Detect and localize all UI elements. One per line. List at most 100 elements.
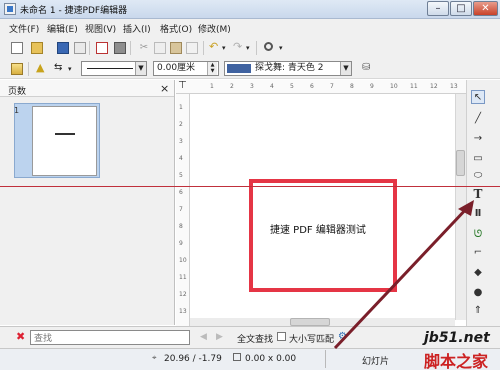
ruler-tick-label: 2 — [230, 83, 234, 90]
size-icon — [233, 353, 241, 361]
new-document-icon[interactable] — [11, 42, 23, 54]
ruler-tick-label: 9 — [179, 240, 183, 247]
ruler-tick-label: 10 — [179, 257, 187, 264]
chevron-down-icon[interactable]: ▼ — [135, 62, 146, 75]
vertical-text-tool-icon[interactable]: Ⅱ — [471, 207, 485, 221]
toolbar-separator — [256, 41, 257, 55]
ruler-tick-label: 11 — [410, 83, 418, 90]
toolbar-separator — [203, 41, 204, 55]
select-pointer-icon[interactable]: ↖ — [471, 90, 485, 104]
watermark-site: jb51.net — [424, 330, 490, 346]
ruler-tick-label: 13 — [450, 83, 458, 90]
find-options-icon[interactable]: ⚙ — [338, 331, 347, 342]
zoom-icon[interactable] — [264, 42, 273, 51]
menu-modify[interactable]: 修改(M) — [198, 22, 231, 35]
ellipse-tool-icon[interactable]: ⬭ — [471, 169, 485, 183]
ruler-tick-label: 7 — [179, 206, 183, 213]
menu-format[interactable]: 格式(O) — [160, 22, 192, 35]
basic-shapes-icon[interactable]: ◆ — [471, 266, 485, 280]
ruler-tick-label: 1 — [179, 104, 183, 111]
find-previous-icon[interactable]: ◀ — [200, 332, 207, 342]
color-swatch — [227, 64, 251, 73]
connector-tool-icon[interactable]: ⌐ — [471, 246, 485, 260]
curve-tool-icon[interactable]: ᘎ — [471, 228, 485, 242]
close-find-icon[interactable]: ✖ — [16, 330, 25, 343]
ruler-tick-label: 7 — [330, 83, 334, 90]
toolbar-separator — [28, 62, 29, 76]
ruler-tick-label: 10 — [390, 83, 398, 90]
ruler-tick-label: 13 — [179, 308, 187, 315]
format-paint-icon[interactable] — [186, 42, 198, 54]
ruler-tick-label: 2 — [179, 121, 183, 128]
ruler-tick-label: 8 — [350, 83, 354, 90]
vertical-scroll-thumb[interactable] — [456, 150, 465, 176]
horizontal-scroll-thumb[interactable] — [290, 318, 330, 326]
open-folder-icon[interactable] — [31, 42, 43, 54]
minimize-button[interactable]: – — [427, 1, 449, 16]
ruler-tick-label: 11 — [179, 274, 187, 281]
highlight-icon[interactable]: ▲ — [36, 62, 48, 74]
undo-icon[interactable]: ↶ — [209, 41, 221, 53]
block-arrows-icon[interactable]: ⇑ — [471, 304, 485, 318]
ruler-tick-label: 8 — [179, 223, 183, 230]
menu-edit[interactable]: 编辑(E) — [47, 22, 78, 35]
cut-icon[interactable]: ✂ — [138, 42, 150, 54]
toolbar-separator — [89, 41, 90, 55]
ruler-tick-label: 5 — [179, 172, 183, 179]
status-separator — [325, 350, 326, 368]
search-input[interactable] — [30, 330, 190, 345]
pages-panel-title: 页数 — [8, 87, 27, 97]
grid-icon[interactable] — [11, 63, 23, 75]
ruler-tick-label: 1 — [210, 83, 214, 90]
copy-icon[interactable] — [154, 42, 166, 54]
paste-icon[interactable] — [170, 42, 182, 54]
line-color-select[interactable]: 探戈舞: 青天色 2 — [224, 61, 352, 76]
document-text[interactable]: 捷速 PDF 编辑器测试 — [270, 221, 366, 236]
close-icon[interactable]: × — [160, 82, 169, 95]
horizontal-ruler: ⊤ 1 2 3 4 5 6 7 8 9 10 11 12 13 — [176, 80, 466, 94]
page-thumbnail[interactable] — [32, 106, 97, 176]
object-size: 0.00 x 0.00 — [245, 354, 297, 364]
arrow-line-tool-icon[interactable]: → — [471, 132, 485, 146]
find-next-icon[interactable]: ▶ — [216, 332, 223, 342]
match-case-checkbox[interactable] — [277, 332, 286, 341]
export-pdf-icon[interactable] — [96, 42, 108, 54]
rectangle-tool-icon[interactable]: ▭ — [471, 152, 485, 166]
print-icon[interactable] — [114, 42, 126, 54]
vertical-scrollbar[interactable] — [455, 94, 466, 320]
app-icon — [4, 3, 16, 15]
arrow-style-icon[interactable]: ⇆ — [54, 62, 66, 74]
ruler-tick-label: 4 — [179, 155, 183, 162]
line-width-stepper[interactable]: ▲ ▼ — [207, 62, 217, 75]
close-button[interactable]: ✕ — [473, 1, 498, 16]
watermark-brand: 脚本之家 — [424, 352, 489, 371]
fill-bucket-icon[interactable]: ⛁ — [362, 62, 374, 74]
menu-view[interactable]: 视图(V) — [85, 22, 116, 35]
guide-line — [0, 186, 500, 187]
menu-file[interactable]: 文件(F) — [9, 22, 39, 35]
ruler-tick-label: 6 — [310, 83, 314, 90]
menu-insert[interactable]: 插入(I) — [123, 22, 151, 35]
arrow-style-dropdown-icon[interactable]: ▾ — [68, 63, 80, 75]
maximize-button[interactable]: □ — [450, 1, 472, 16]
position-icon: ⌖ — [152, 353, 157, 362]
edit-file-icon[interactable] — [74, 42, 86, 54]
toolbar-separator — [130, 41, 131, 55]
redo-icon[interactable]: ↷ — [233, 41, 245, 53]
ruler-origin-marker: ⊤ — [178, 80, 187, 91]
match-case-label: 大小写匹配 — [289, 335, 335, 345]
chevron-down-icon[interactable]: ▼ — [340, 62, 351, 75]
ruler-tick-label: 6 — [179, 189, 183, 196]
ruler-tick-label: 12 — [430, 83, 438, 90]
zoom-dropdown-icon[interactable]: ▾ — [279, 42, 291, 54]
ruler-tick-label: 9 — [370, 83, 374, 90]
page-thumbnail-number: 1 — [14, 106, 20, 115]
save-icon[interactable] — [57, 42, 69, 54]
ruler-tick-label: 5 — [290, 83, 294, 90]
text-tool-icon[interactable]: T — [471, 187, 485, 201]
line-tool-icon[interactable]: ╱ — [471, 112, 485, 126]
ruler-tick-label: 4 — [270, 83, 274, 90]
symbol-shapes-icon[interactable]: ● — [471, 286, 485, 300]
find-all-button[interactable]: 全文查找 — [237, 332, 273, 345]
pages-panel-header — [0, 80, 174, 97]
